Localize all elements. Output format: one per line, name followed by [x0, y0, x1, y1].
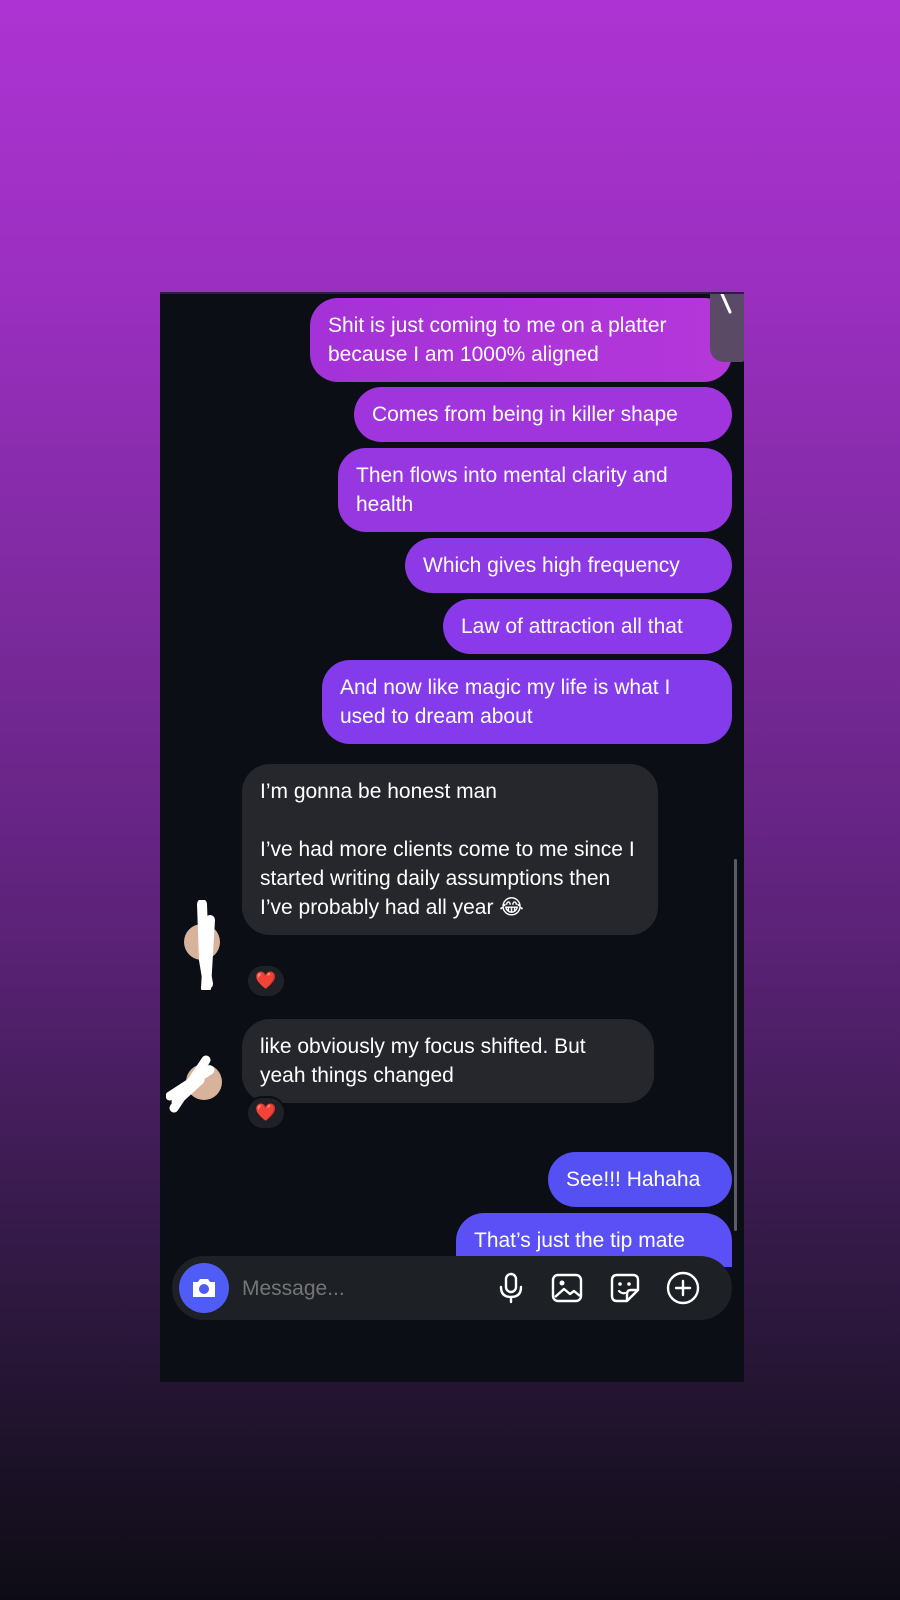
camera-icon — [193, 1279, 215, 1297]
avatar-redacted — [166, 1050, 226, 1114]
sticker-button[interactable] — [608, 1271, 642, 1305]
message-outgoing[interactable]: Which gives high frequency — [405, 538, 732, 593]
overlay-tab — [710, 294, 744, 362]
heart-reaction[interactable]: ❤️ — [246, 964, 286, 998]
chat-screenshot: Shit is just coming to me on a platter b… — [160, 292, 744, 1382]
message-outgoing[interactable]: Comes from being in killer shape — [354, 387, 732, 442]
plus-circle-icon — [666, 1271, 700, 1305]
avatar-redacted — [180, 900, 226, 990]
microphone-button[interactable] — [494, 1271, 528, 1305]
gallery-icon — [551, 1273, 583, 1303]
message-outgoing[interactable]: Shit is just coming to me on a platter b… — [310, 298, 732, 382]
message-list: Shit is just coming to me on a platter b… — [160, 294, 744, 1382]
message-composer — [172, 1256, 732, 1320]
camera-button[interactable] — [179, 1263, 229, 1313]
message-incoming[interactable]: I’m gonna be honest man I’ve had more cl… — [242, 764, 658, 935]
message-outgoing[interactable]: See!!! Hahaha — [548, 1152, 732, 1207]
heart-reaction[interactable]: ❤️ — [246, 1096, 286, 1130]
microphone-icon — [499, 1272, 523, 1304]
message-outgoing[interactable]: And now like magic my life is what I use… — [322, 660, 732, 744]
message-outgoing[interactable]: Then flows into mental clarity and healt… — [338, 448, 732, 532]
more-button[interactable] — [666, 1271, 700, 1305]
message-outgoing[interactable]: Law of attraction all that — [443, 599, 732, 654]
message-incoming[interactable]: like obviously my focus shifted. But yea… — [242, 1019, 654, 1103]
gallery-button[interactable] — [550, 1271, 584, 1305]
sticker-icon — [610, 1273, 640, 1303]
message-input[interactable] — [240, 1270, 484, 1308]
scrollbar[interactable] — [734, 859, 737, 1231]
